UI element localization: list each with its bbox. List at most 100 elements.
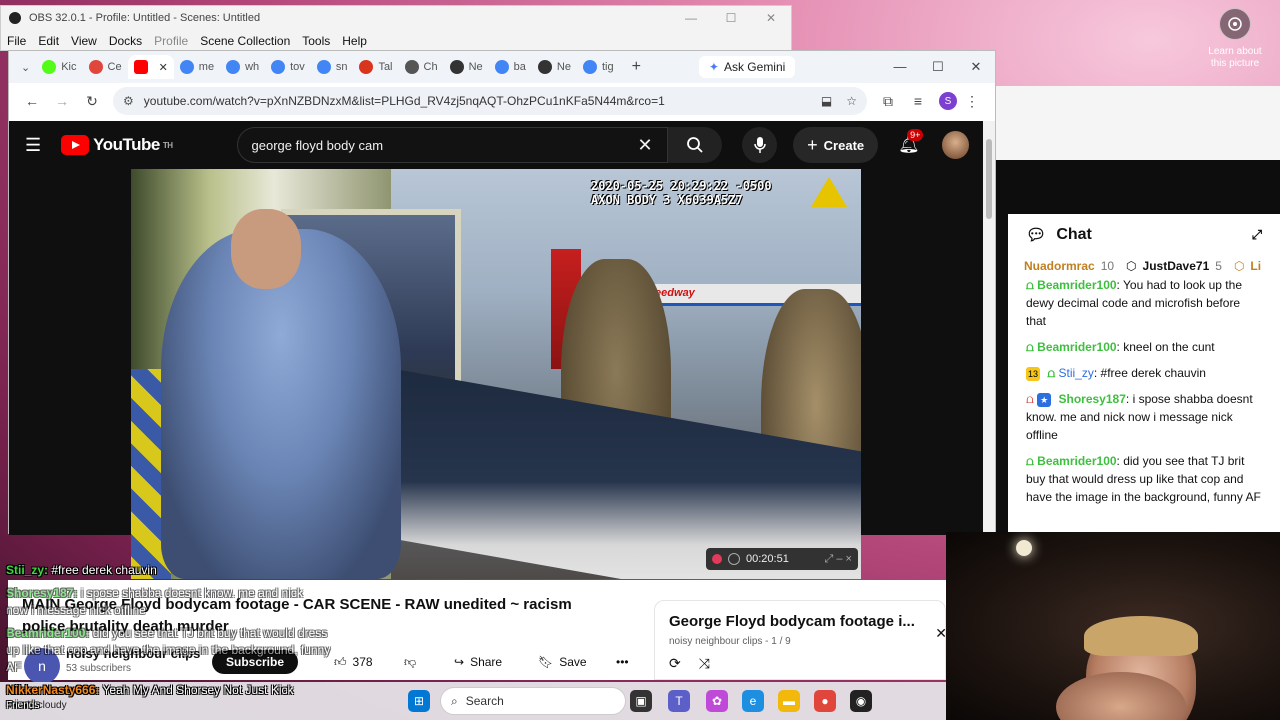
menu-file[interactable]: File xyxy=(1,34,32,48)
widget-controls-icon[interactable]: ⤢ – × xyxy=(825,553,852,566)
edge-icon[interactable]: e xyxy=(742,690,764,712)
notification-count-badge: 9+ xyxy=(907,129,924,141)
site-info-icon[interactable]: ⚙ xyxy=(123,94,134,108)
chrome-maximize-button[interactable]: ☐ xyxy=(919,59,957,75)
pause-icon[interactable] xyxy=(728,553,740,565)
youtube-page: ☰ YouTube TH george floyd body cam ✕ + Cr… xyxy=(9,121,985,579)
copilot-icon[interactable]: ✿ xyxy=(706,690,728,712)
chat-text: #free derek chauvin xyxy=(1100,366,1206,380)
obs-icon[interactable]: ◉ xyxy=(850,690,872,712)
tab-label: Ne xyxy=(556,61,571,73)
thumbs-up-icon: 👍︎ xyxy=(334,654,347,669)
stop-record-icon[interactable] xyxy=(712,554,722,564)
chat-username[interactable]: Beamrider100 xyxy=(1037,454,1116,468)
chat-username[interactable]: Shoresy187 xyxy=(1059,392,1126,406)
menu-edit[interactable]: Edit xyxy=(32,34,65,48)
windows-start-icon[interactable]: ⊞ xyxy=(408,690,430,712)
page-scrollbar[interactable] xyxy=(983,121,995,535)
video-player[interactable]: Speedway 2020-05-25 20:29:22 -0500 AXON … xyxy=(131,169,861,579)
hamburger-menu-icon[interactable]: ☰ xyxy=(25,135,41,156)
overlay-chat-line: Stii_zy: #free derek chauvin xyxy=(6,563,157,577)
minimize-button[interactable]: — xyxy=(671,11,711,25)
address-toolbar: ← → ↻ ⚙ youtube.com/watch?v=pXnNZBDNzxM&… xyxy=(9,83,995,119)
taskbar-search[interactable]: ⌕ Search xyxy=(440,687,626,715)
tab-2-active[interactable]: ✕ xyxy=(127,55,174,79)
create-button[interactable]: + Create xyxy=(793,127,879,163)
chat-message: ⩍ Beamrider100: You had to look up the d… xyxy=(1026,278,1242,328)
learn-about-picture[interactable]: Learn about this picture xyxy=(1200,8,1270,70)
close-button[interactable]: ✕ xyxy=(751,11,791,25)
tab-10[interactable]: ba xyxy=(489,55,532,79)
address-bar[interactable]: ⚙ youtube.com/watch?v=pXnNZBDNzxM&list=P… xyxy=(113,87,867,115)
chrome-menu-icon[interactable]: ⋮ xyxy=(957,93,987,110)
maximize-button[interactable]: ☐ xyxy=(711,11,751,25)
overlay-chat-line: Friends xyxy=(6,700,39,711)
overlay-chat-line: now i message nick offline xyxy=(6,603,146,617)
chat-messages: ⩍ Beamrider100: You had to look up the d… xyxy=(1008,276,1280,506)
tab-7[interactable]: Tal xyxy=(353,55,398,79)
dislike-button[interactable]: 👎︎ xyxy=(404,650,416,674)
ask-gemini-button[interactable]: ✦ Ask Gemini xyxy=(698,56,796,78)
menu-scene-collection[interactable]: Scene Collection xyxy=(194,34,296,48)
more-actions-button[interactable]: ••• xyxy=(616,650,629,674)
save-button[interactable]: 🔖︎ Save xyxy=(538,650,587,674)
new-tab-button[interactable]: + xyxy=(624,58,649,76)
menu-tools[interactable]: Tools xyxy=(296,34,336,48)
bookmark-star-icon[interactable]: ☆ xyxy=(846,94,857,108)
youtube-logo[interactable]: YouTube TH xyxy=(61,135,173,155)
tab-5[interactable]: tov xyxy=(265,55,311,79)
youtube-search-input[interactable]: george floyd body cam ✕ xyxy=(236,127,668,163)
google-favicon-icon xyxy=(226,60,241,74)
tab-1[interactable]: Ce xyxy=(83,55,128,79)
extensions-icon[interactable]: ⧉ xyxy=(873,93,903,110)
chat-username[interactable]: Stii_zy xyxy=(1059,366,1094,380)
tab-0[interactable]: Kic xyxy=(36,55,82,79)
chat-username[interactable]: Beamrider100 xyxy=(1037,340,1116,354)
media-controls-icon[interactable]: ≡ xyxy=(903,93,933,109)
account-avatar[interactable] xyxy=(941,131,969,159)
shuffle-icon[interactable]: ⤨ xyxy=(699,655,710,671)
overlay-chat-line: Shoresy187: i spose shabba doesnt know. … xyxy=(6,586,303,600)
menu-view[interactable]: View xyxy=(65,34,103,48)
clear-search-icon[interactable]: ✕ xyxy=(638,135,653,156)
search-button[interactable] xyxy=(667,127,723,163)
loop-icon[interactable]: ⟳ xyxy=(669,655,681,671)
menu-docks[interactable]: Docks xyxy=(103,34,148,48)
chrome-close-button[interactable]: ✕ xyxy=(957,59,995,75)
profile-avatar[interactable]: S xyxy=(939,92,957,110)
tab-12[interactable]: tig xyxy=(577,55,620,79)
chrome-icon[interactable]: ● xyxy=(814,690,836,712)
forward-icon[interactable]: → xyxy=(47,93,77,109)
tab-11[interactable]: Ne xyxy=(532,55,577,79)
tab-favicon-icon xyxy=(359,60,374,74)
tab-9[interactable]: Ne xyxy=(444,55,489,79)
tab-4[interactable]: wh xyxy=(220,55,265,79)
tab-close-icon[interactable]: ✕ xyxy=(159,61,168,74)
like-button[interactable]: 👍︎ 378 xyxy=(334,650,373,674)
reload-icon[interactable]: ↻ xyxy=(77,93,107,110)
chat-username[interactable]: Beamrider100 xyxy=(1037,278,1116,292)
chat-message: ⩍ ★ Shoresy187: i spose shabba doesnt kn… xyxy=(1026,392,1253,442)
back-icon[interactable]: ← xyxy=(17,93,47,109)
learn-label: Learn about this picture xyxy=(1208,46,1262,69)
tab-list-button[interactable]: ⌄ xyxy=(15,55,36,79)
file-explorer-icon[interactable]: ▬ xyxy=(778,690,800,712)
tab-3[interactable]: me xyxy=(174,55,220,79)
share-button[interactable]: ↪ Share xyxy=(454,650,502,674)
scrollbar-thumb[interactable] xyxy=(986,139,992,219)
notifications-button[interactable]: 🔔︎ 9+ xyxy=(898,129,924,155)
tab-8[interactable]: Ch xyxy=(399,55,444,79)
tab-6[interactable]: sn xyxy=(311,55,354,79)
voice-search-button[interactable] xyxy=(742,127,778,163)
teams-icon[interactable]: T xyxy=(668,690,690,712)
playlist-progress: noisy neighbour clips - 1 / 9 xyxy=(669,636,791,647)
chrome-minimize-button[interactable]: — xyxy=(881,59,919,75)
timestamp-line: 2020-05-25 20:29:22 -0500 xyxy=(591,179,772,193)
task-view-icon[interactable]: ▣ xyxy=(630,690,652,712)
install-app-icon[interactable]: ⬓ xyxy=(821,94,832,108)
overlay-chat-line: Beamrider100: did you see that TJ brit b… xyxy=(6,626,327,640)
menu-profile[interactable]: Profile xyxy=(148,34,194,48)
playlist-title[interactable]: George Floyd bodycam footage i... xyxy=(669,613,931,630)
menu-help[interactable]: Help xyxy=(336,34,373,48)
expand-icon[interactable]: ⤢ xyxy=(1252,227,1262,243)
